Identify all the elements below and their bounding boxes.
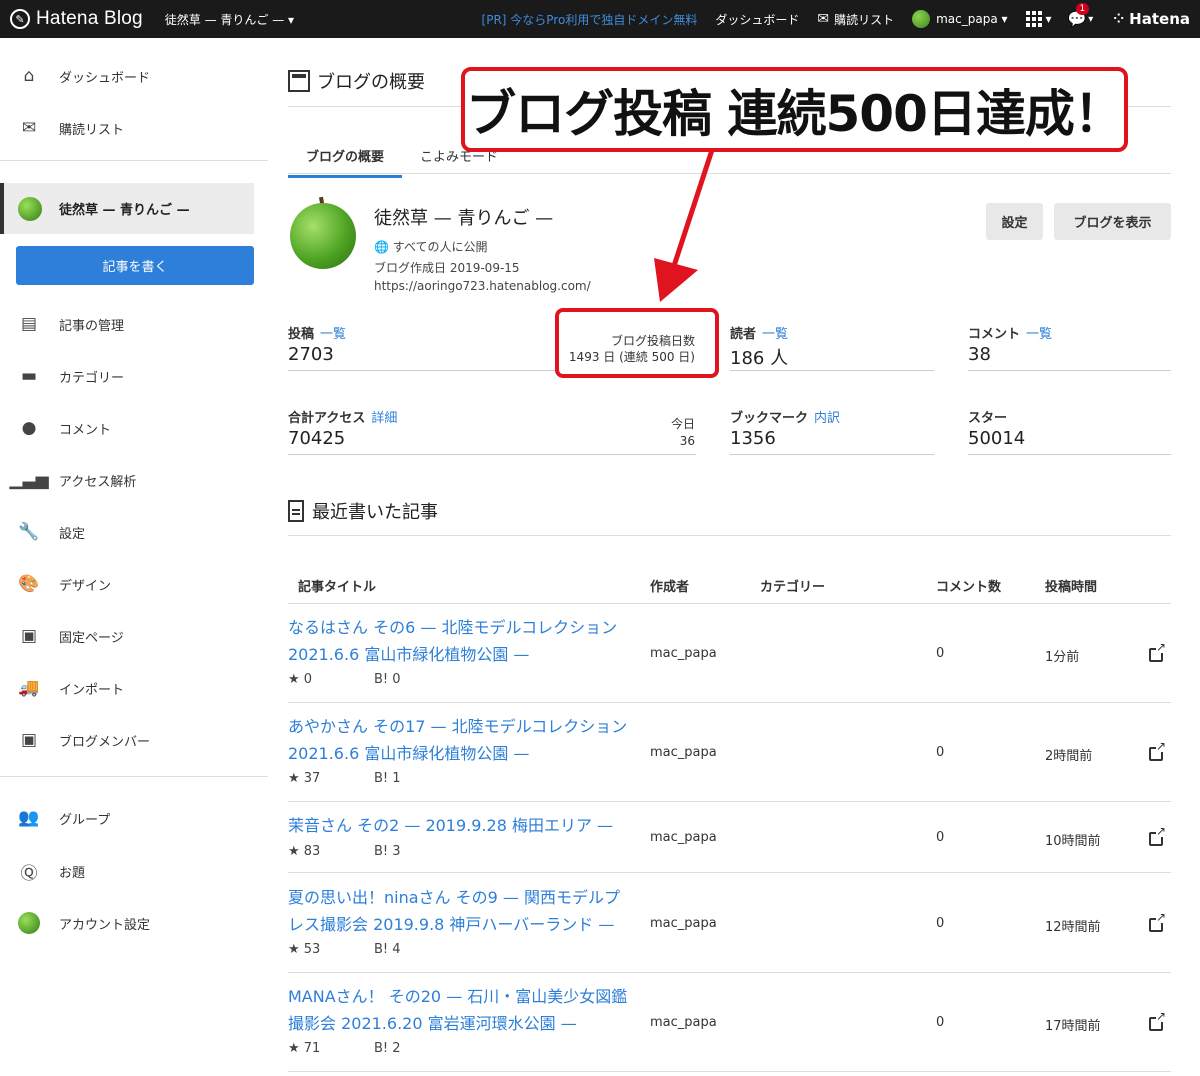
post-days-value: 1493 日 (連続 500 日): [568, 350, 695, 364]
annotation-callout: ブログ投稿 連続500日達成！: [461, 67, 1128, 152]
post-days-label: ブログ投稿日数: [610, 334, 695, 348]
post-days-highlight: ブログ投稿日数 1493 日 (連続 500 日): [555, 308, 719, 378]
annotation-arrow: [654, 149, 715, 302]
